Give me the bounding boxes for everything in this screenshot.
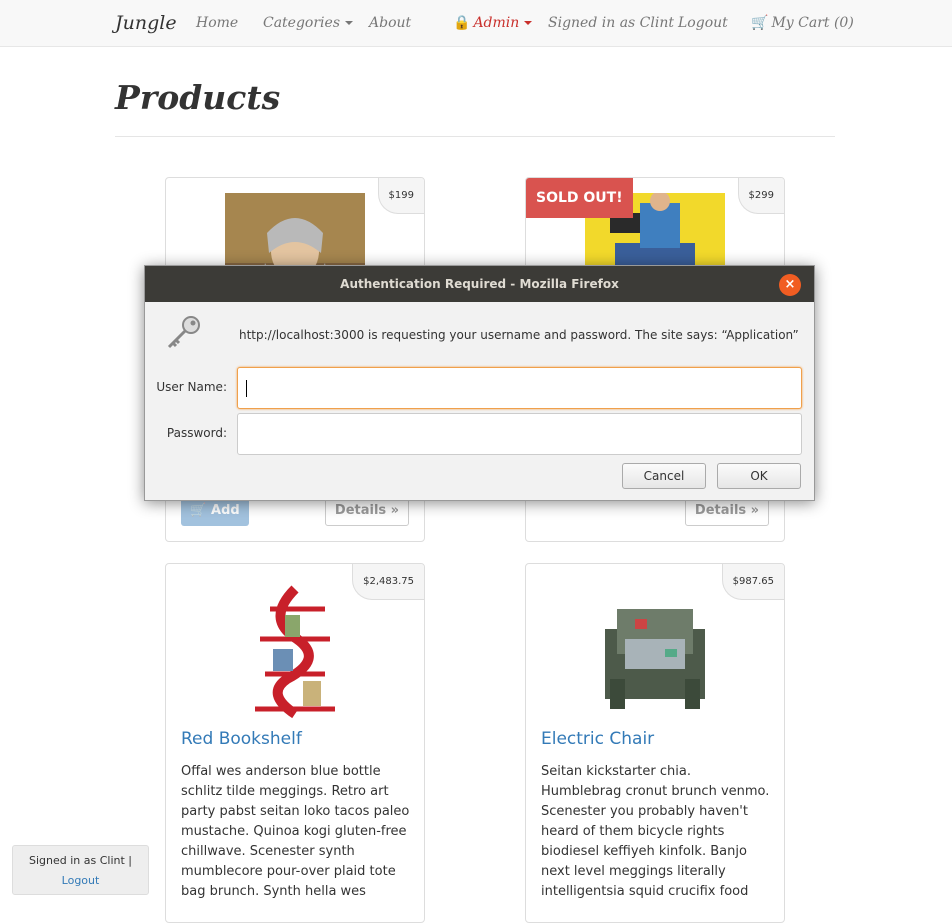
product-description: Seitan kickstarter chia. Humblebrag cron… bbox=[541, 764, 770, 899]
dialog-title: Authentication Required - Mozilla Firefo… bbox=[145, 266, 814, 302]
cancel-button[interactable]: Cancel bbox=[622, 463, 706, 489]
chevron-down-icon bbox=[345, 21, 353, 25]
product-title-link[interactable]: Electric Chair bbox=[541, 729, 654, 749]
signed-in-text: Signed in as Clint | bbox=[28, 854, 132, 867]
password-label: Password: bbox=[166, 426, 227, 440]
admin-label: Admin bbox=[473, 15, 520, 31]
logout-link[interactable]: Logout bbox=[62, 874, 100, 887]
add-label: Add bbox=[211, 503, 240, 518]
nav-about[interactable]: About bbox=[369, 0, 411, 46]
nav-home[interactable]: Home bbox=[196, 0, 238, 46]
divider bbox=[115, 136, 835, 137]
product-card: $987.65 Electric Chair Seitan kickstarte… bbox=[525, 563, 785, 923]
cart-icon: 🛒 bbox=[751, 15, 769, 31]
lock-icon: 🔒 bbox=[453, 15, 471, 31]
price-badge: $299 bbox=[737, 178, 784, 214]
price-badge: $2,483.75 bbox=[352, 564, 424, 600]
sold-out-badge: SOLD OUT! bbox=[526, 178, 633, 218]
red-bookshelf-photo bbox=[225, 579, 365, 719]
nav-logout[interactable]: Logout bbox=[678, 0, 728, 46]
product-description: Offal wes anderson blue bottle schlitz t… bbox=[181, 764, 410, 899]
signed-in-text: Signed in as Clint bbox=[548, 15, 674, 31]
brand-link[interactable]: Jungle bbox=[115, 0, 177, 46]
nav-cart[interactable]: 🛒 My Cart (0) bbox=[751, 0, 854, 46]
price-badge: $199 bbox=[377, 178, 424, 214]
navbar: Jungle Home Categories About 🔒 Admin Sign… bbox=[0, 0, 952, 47]
text-cursor bbox=[246, 380, 247, 397]
categories-label: Categories bbox=[263, 15, 340, 31]
close-icon[interactable]: × bbox=[779, 274, 801, 296]
electric-chair-photo bbox=[585, 579, 725, 719]
product-card: $2,483.75 Red Bookshelf Offal wes anders… bbox=[165, 563, 425, 923]
signed-in-badge: Signed in as Clint | Logout bbox=[12, 845, 149, 895]
ok-button[interactable]: OK bbox=[717, 463, 801, 489]
dialog-message: http://localhost:3000 is requesting your… bbox=[239, 328, 799, 342]
chevron-down-icon bbox=[524, 21, 533, 25]
auth-dialog: Authentication Required - Mozilla Firefo… bbox=[144, 265, 815, 501]
password-field[interactable] bbox=[237, 413, 802, 455]
username-label: User Name: bbox=[156, 380, 227, 394]
nav-categories[interactable]: Categories bbox=[263, 0, 353, 46]
key-icon bbox=[167, 316, 200, 349]
price-badge: $987.65 bbox=[721, 564, 784, 600]
product-title-link[interactable]: Red Bookshelf bbox=[181, 729, 302, 749]
username-field[interactable] bbox=[237, 367, 802, 409]
cart-icon: 🛒 bbox=[190, 503, 207, 518]
nav-admin[interactable]: 🔒 Admin bbox=[453, 0, 533, 46]
cart-label: My Cart (0) bbox=[771, 15, 854, 31]
page-title: Products bbox=[115, 78, 281, 117]
